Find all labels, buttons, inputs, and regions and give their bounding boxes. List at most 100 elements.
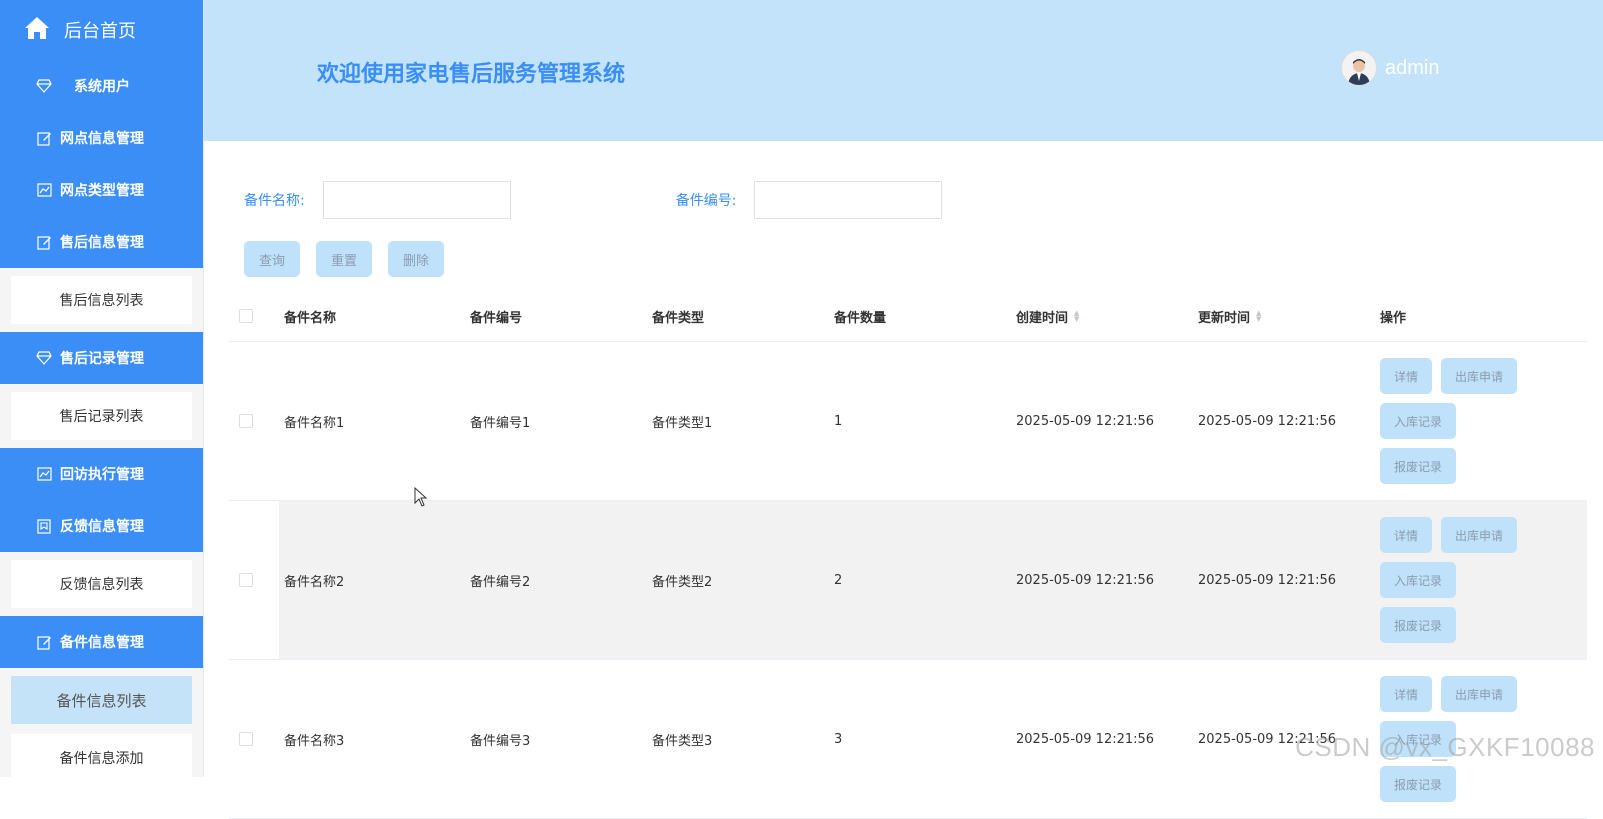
select-all-checkbox[interactable]	[239, 309, 253, 323]
part-code-input[interactable]	[754, 181, 943, 219]
nav-outlet-info[interactable]: 网点信息管理	[0, 112, 203, 164]
submenu: 备件信息列表 备件信息添加	[0, 668, 203, 777]
nav-system-users[interactable]: 系统用户	[0, 60, 203, 112]
avatar[interactable]	[1341, 50, 1377, 86]
action-buttons: 查询 重置 删除	[244, 241, 445, 277]
col-part-code: 备件编号	[470, 310, 523, 326]
delete-button[interactable]: 删除	[388, 241, 445, 277]
bookmark-icon	[36, 518, 52, 534]
row-actions: 详情 出库申请 入库记录 报废记录	[1380, 358, 1540, 484]
col-actions: 操作	[1380, 310, 1407, 326]
submenu: 反馈信息列表	[0, 552, 203, 616]
submenu: 售后记录列表	[0, 384, 203, 448]
sort-icon[interactable]: ▲ ▼	[1256, 310, 1261, 323]
cell-part-qty: 3	[834, 731, 843, 747]
nav-aftersale-info-label: 售后信息管理	[60, 235, 144, 251]
row-actions: 详情 出库申请 入库记录 报废记录	[1380, 517, 1540, 643]
chart-icon	[36, 182, 52, 198]
diamond-icon	[36, 78, 52, 94]
watermark: CSDN @vx_GXKF10088	[1295, 732, 1595, 762]
cell-part-qty: 2	[834, 572, 843, 588]
cell-part-type: 备件类型2	[652, 574, 713, 590]
edit-icon	[36, 130, 52, 146]
nav-outlet-type[interactable]: 网点类型管理	[0, 164, 203, 216]
nav-outlet-type-label: 网点类型管理	[60, 183, 144, 199]
reset-button[interactable]: 重置	[316, 241, 373, 277]
detail-button[interactable]: 详情	[1380, 517, 1433, 553]
nav-home[interactable]: 后台首页	[0, 0, 203, 60]
cell-part-name: 备件名称2	[284, 574, 345, 590]
query-button[interactable]: 查询	[244, 241, 301, 277]
cell-part-code: 备件编号2	[470, 574, 531, 590]
cell-created: 2025-05-09 12:21:56	[1016, 413, 1155, 429]
edit-icon	[36, 634, 52, 650]
nav-feedback-label: 反馈信息管理	[60, 519, 144, 535]
main-content: 备件名称: 备件编号: 查询 重置 删除 备件名称 备件编号 备件类型 备件数量…	[204, 141, 1603, 819]
row-checkbox[interactable]	[239, 414, 253, 428]
col-part-name: 备件名称	[284, 310, 337, 326]
cell-updated: 2025-05-09 12:21:56	[1198, 413, 1337, 429]
col-created[interactable]: 创建时间 ▲ ▼	[1016, 307, 1198, 326]
scrap-record-button[interactable]: 报废记录	[1380, 607, 1457, 643]
table-row: 备件名称1 备件编号1 备件类型1 1 2025-05-09 12:21:56 …	[229, 342, 1587, 501]
cell-part-name: 备件名称1	[284, 415, 345, 431]
part-code-label: 备件编号:	[675, 193, 737, 209]
nav-parts-info-label: 备件信息管理	[60, 635, 144, 651]
nav-home-label: 后台首页	[64, 21, 136, 42]
cell-part-code: 备件编号1	[470, 415, 531, 431]
col-updated-label: 更新时间	[1198, 310, 1251, 326]
nav-parts-info-list[interactable]: 备件信息列表	[11, 676, 192, 724]
table-header: 备件名称 备件编号 备件类型 备件数量 创建时间 ▲ ▼ 更新时间 ▲ ▼ 操作	[229, 291, 1587, 342]
mouse-cursor-icon	[414, 486, 428, 511]
nav-feedback-list[interactable]: 反馈信息列表	[11, 560, 192, 608]
nav-system-users-label: 系统用户	[74, 79, 130, 95]
nav-aftersale-record-list[interactable]: 售后记录列表	[11, 392, 192, 440]
sidebar: 后台首页 系统用户 网点信息管理 网点类型管理 售后信息管理 售后信息列表 售后…	[0, 0, 204, 777]
nav-revisit-label: 回访执行管理	[60, 467, 144, 483]
nav-revisit[interactable]: 回访执行管理	[0, 448, 203, 500]
nav-aftersale-info[interactable]: 售后信息管理	[0, 216, 203, 268]
cell-part-type: 备件类型1	[652, 415, 713, 431]
nav-aftersale-record[interactable]: 售后记录管理	[0, 332, 203, 384]
username[interactable]: admin	[1385, 57, 1439, 80]
nav-aftersale-record-label: 售后记录管理	[60, 351, 144, 367]
detail-button[interactable]: 详情	[1380, 358, 1433, 394]
outbound-apply-button[interactable]: 出库申请	[1441, 358, 1518, 394]
row-checkbox[interactable]	[239, 732, 253, 746]
cell-part-code: 备件编号3	[470, 733, 531, 749]
nav-parts-info-add[interactable]: 备件信息添加	[11, 734, 192, 777]
edit-icon	[36, 234, 52, 250]
scrap-record-button[interactable]: 报废记录	[1380, 766, 1457, 802]
sort-icon[interactable]: ▲ ▼	[1074, 310, 1079, 323]
cell-created: 2025-05-09 12:21:56	[1016, 572, 1155, 588]
nav-outlet-info-label: 网点信息管理	[60, 131, 144, 147]
nav-parts-info[interactable]: 备件信息管理	[0, 616, 203, 668]
nav-aftersale-info-list[interactable]: 售后信息列表	[11, 276, 192, 324]
page-title: 欢迎使用家电售后服务管理系统	[317, 62, 626, 87]
header: 欢迎使用家电售后服务管理系统 admin	[204, 0, 1603, 141]
detail-button[interactable]: 详情	[1380, 676, 1433, 712]
cell-part-qty: 1	[834, 413, 843, 429]
cell-part-type: 备件类型3	[652, 733, 713, 749]
cell-part-name: 备件名称3	[284, 733, 345, 749]
table-row: 备件名称2 备件编号2 备件类型2 2 2025-05-09 12:21:56 …	[229, 501, 1587, 660]
row-checkbox[interactable]	[239, 573, 253, 587]
submenu: 售后信息列表	[0, 268, 203, 332]
inbound-record-button[interactable]: 入库记录	[1380, 562, 1457, 598]
outbound-apply-button[interactable]: 出库申请	[1441, 517, 1518, 553]
user-menu[interactable]: admin	[1341, 50, 1439, 86]
col-created-label: 创建时间	[1016, 310, 1069, 326]
search-row: 备件名称: 备件编号:	[244, 181, 943, 219]
nav-feedback[interactable]: 反馈信息管理	[0, 500, 203, 552]
col-updated[interactable]: 更新时间 ▲ ▼	[1198, 307, 1380, 326]
part-name-input[interactable]	[322, 181, 511, 219]
cell-updated: 2025-05-09 12:21:56	[1198, 572, 1337, 588]
col-part-qty: 备件数量	[834, 310, 887, 326]
outbound-apply-button[interactable]: 出库申请	[1441, 676, 1518, 712]
chart-icon	[36, 466, 52, 482]
inbound-record-button[interactable]: 入库记录	[1380, 403, 1457, 439]
col-part-type: 备件类型	[652, 310, 705, 326]
scrap-record-button[interactable]: 报废记录	[1380, 448, 1457, 484]
home-icon	[24, 16, 50, 45]
cell-created: 2025-05-09 12:21:56	[1016, 731, 1155, 747]
